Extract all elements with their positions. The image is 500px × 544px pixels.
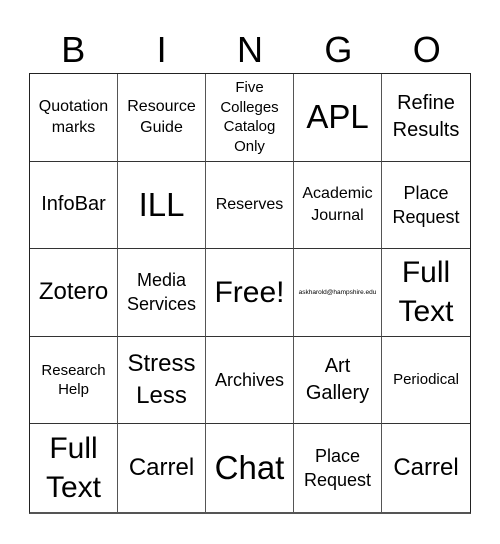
cell-text: Quotation marks (38, 97, 109, 137)
bingo-cell[interactable]: Full Text (382, 249, 470, 337)
bingo-header: B I N G O (29, 28, 471, 72)
bingo-cell[interactable]: Stress Less (118, 336, 206, 425)
cell-text: Reserves (215, 196, 284, 214)
cell-text: Art Gallery (305, 355, 370, 405)
cell-text: Carrel (128, 453, 195, 481)
cell-text: Chat (214, 449, 285, 487)
cell-text: APL (306, 98, 369, 136)
cell-text: Place Request (303, 445, 372, 491)
bingo-cell[interactable]: Carrel (382, 424, 470, 512)
bingo-board: Quotation marks Resource Guide Five Coll… (29, 73, 471, 514)
bingo-cell[interactable]: Research Help (30, 336, 118, 425)
header-letter-n: N (236, 29, 263, 70)
cell-text: Archives (214, 369, 285, 390)
bingo-cell[interactable]: Academic Journal (294, 161, 382, 250)
header-letter-o: O (412, 29, 441, 70)
bingo-cell[interactable]: Periodical (382, 337, 470, 425)
cell-text: Academic Journal (302, 185, 373, 224)
bingo-cell[interactable]: Reserves (206, 161, 294, 250)
bingo-cell[interactable]: Zotero (30, 249, 118, 337)
cell-text: Carrel (393, 453, 459, 481)
header-letter-i: I (156, 29, 167, 70)
bingo-cell[interactable]: Place Request (382, 162, 470, 250)
cell-text: ILL (138, 185, 185, 223)
header-letter-g: G (324, 29, 353, 70)
bingo-cell[interactable]: Chat (206, 424, 294, 512)
header-letter-b: B (61, 29, 86, 70)
bingo-cell[interactable]: Resource Guide (118, 74, 206, 162)
bingo-cell[interactable]: askharold@hampshire.edu (294, 249, 382, 337)
cell-text: askharold@hampshire.edu (298, 288, 377, 296)
cell-text: Refine Results (392, 92, 460, 142)
bingo-cell[interactable]: APL (294, 74, 382, 162)
bingo-cell[interactable]: Place Request (294, 424, 382, 512)
bingo-cell[interactable]: Refine Results (382, 74, 470, 162)
bingo-cell[interactable]: ILL (118, 161, 206, 250)
cell-text: Research Help (41, 361, 106, 399)
cell-text: Place Request (392, 182, 460, 227)
bingo-cell-free[interactable]: Free! (206, 249, 294, 337)
bingo-cell[interactable]: Carrel (118, 424, 206, 512)
cell-text: InfoBar (41, 193, 106, 216)
bingo-cell[interactable]: Quotation marks (30, 74, 118, 162)
cell-text: Media Services (126, 270, 197, 315)
cell-text: Resource Guide (127, 97, 196, 137)
cell-text: Stress Less (127, 349, 196, 410)
cell-text: Zotero (38, 278, 109, 306)
bingo-cell[interactable]: Art Gallery (294, 336, 382, 425)
cell-text: Periodical (393, 371, 459, 389)
bingo-cell[interactable]: Five Colleges Catalog Only (206, 74, 294, 162)
cell-text: Free! (214, 275, 285, 309)
cell-text: Full Text (45, 432, 102, 505)
bingo-cell[interactable]: Full Text (30, 424, 118, 512)
bingo-cell[interactable]: Media Services (118, 249, 206, 337)
bingo-cell[interactable]: InfoBar (30, 161, 118, 250)
cell-text: Full Text (398, 256, 454, 329)
cell-text: Five Colleges Catalog Only (220, 79, 279, 155)
bingo-cell[interactable]: Archives (206, 336, 294, 425)
